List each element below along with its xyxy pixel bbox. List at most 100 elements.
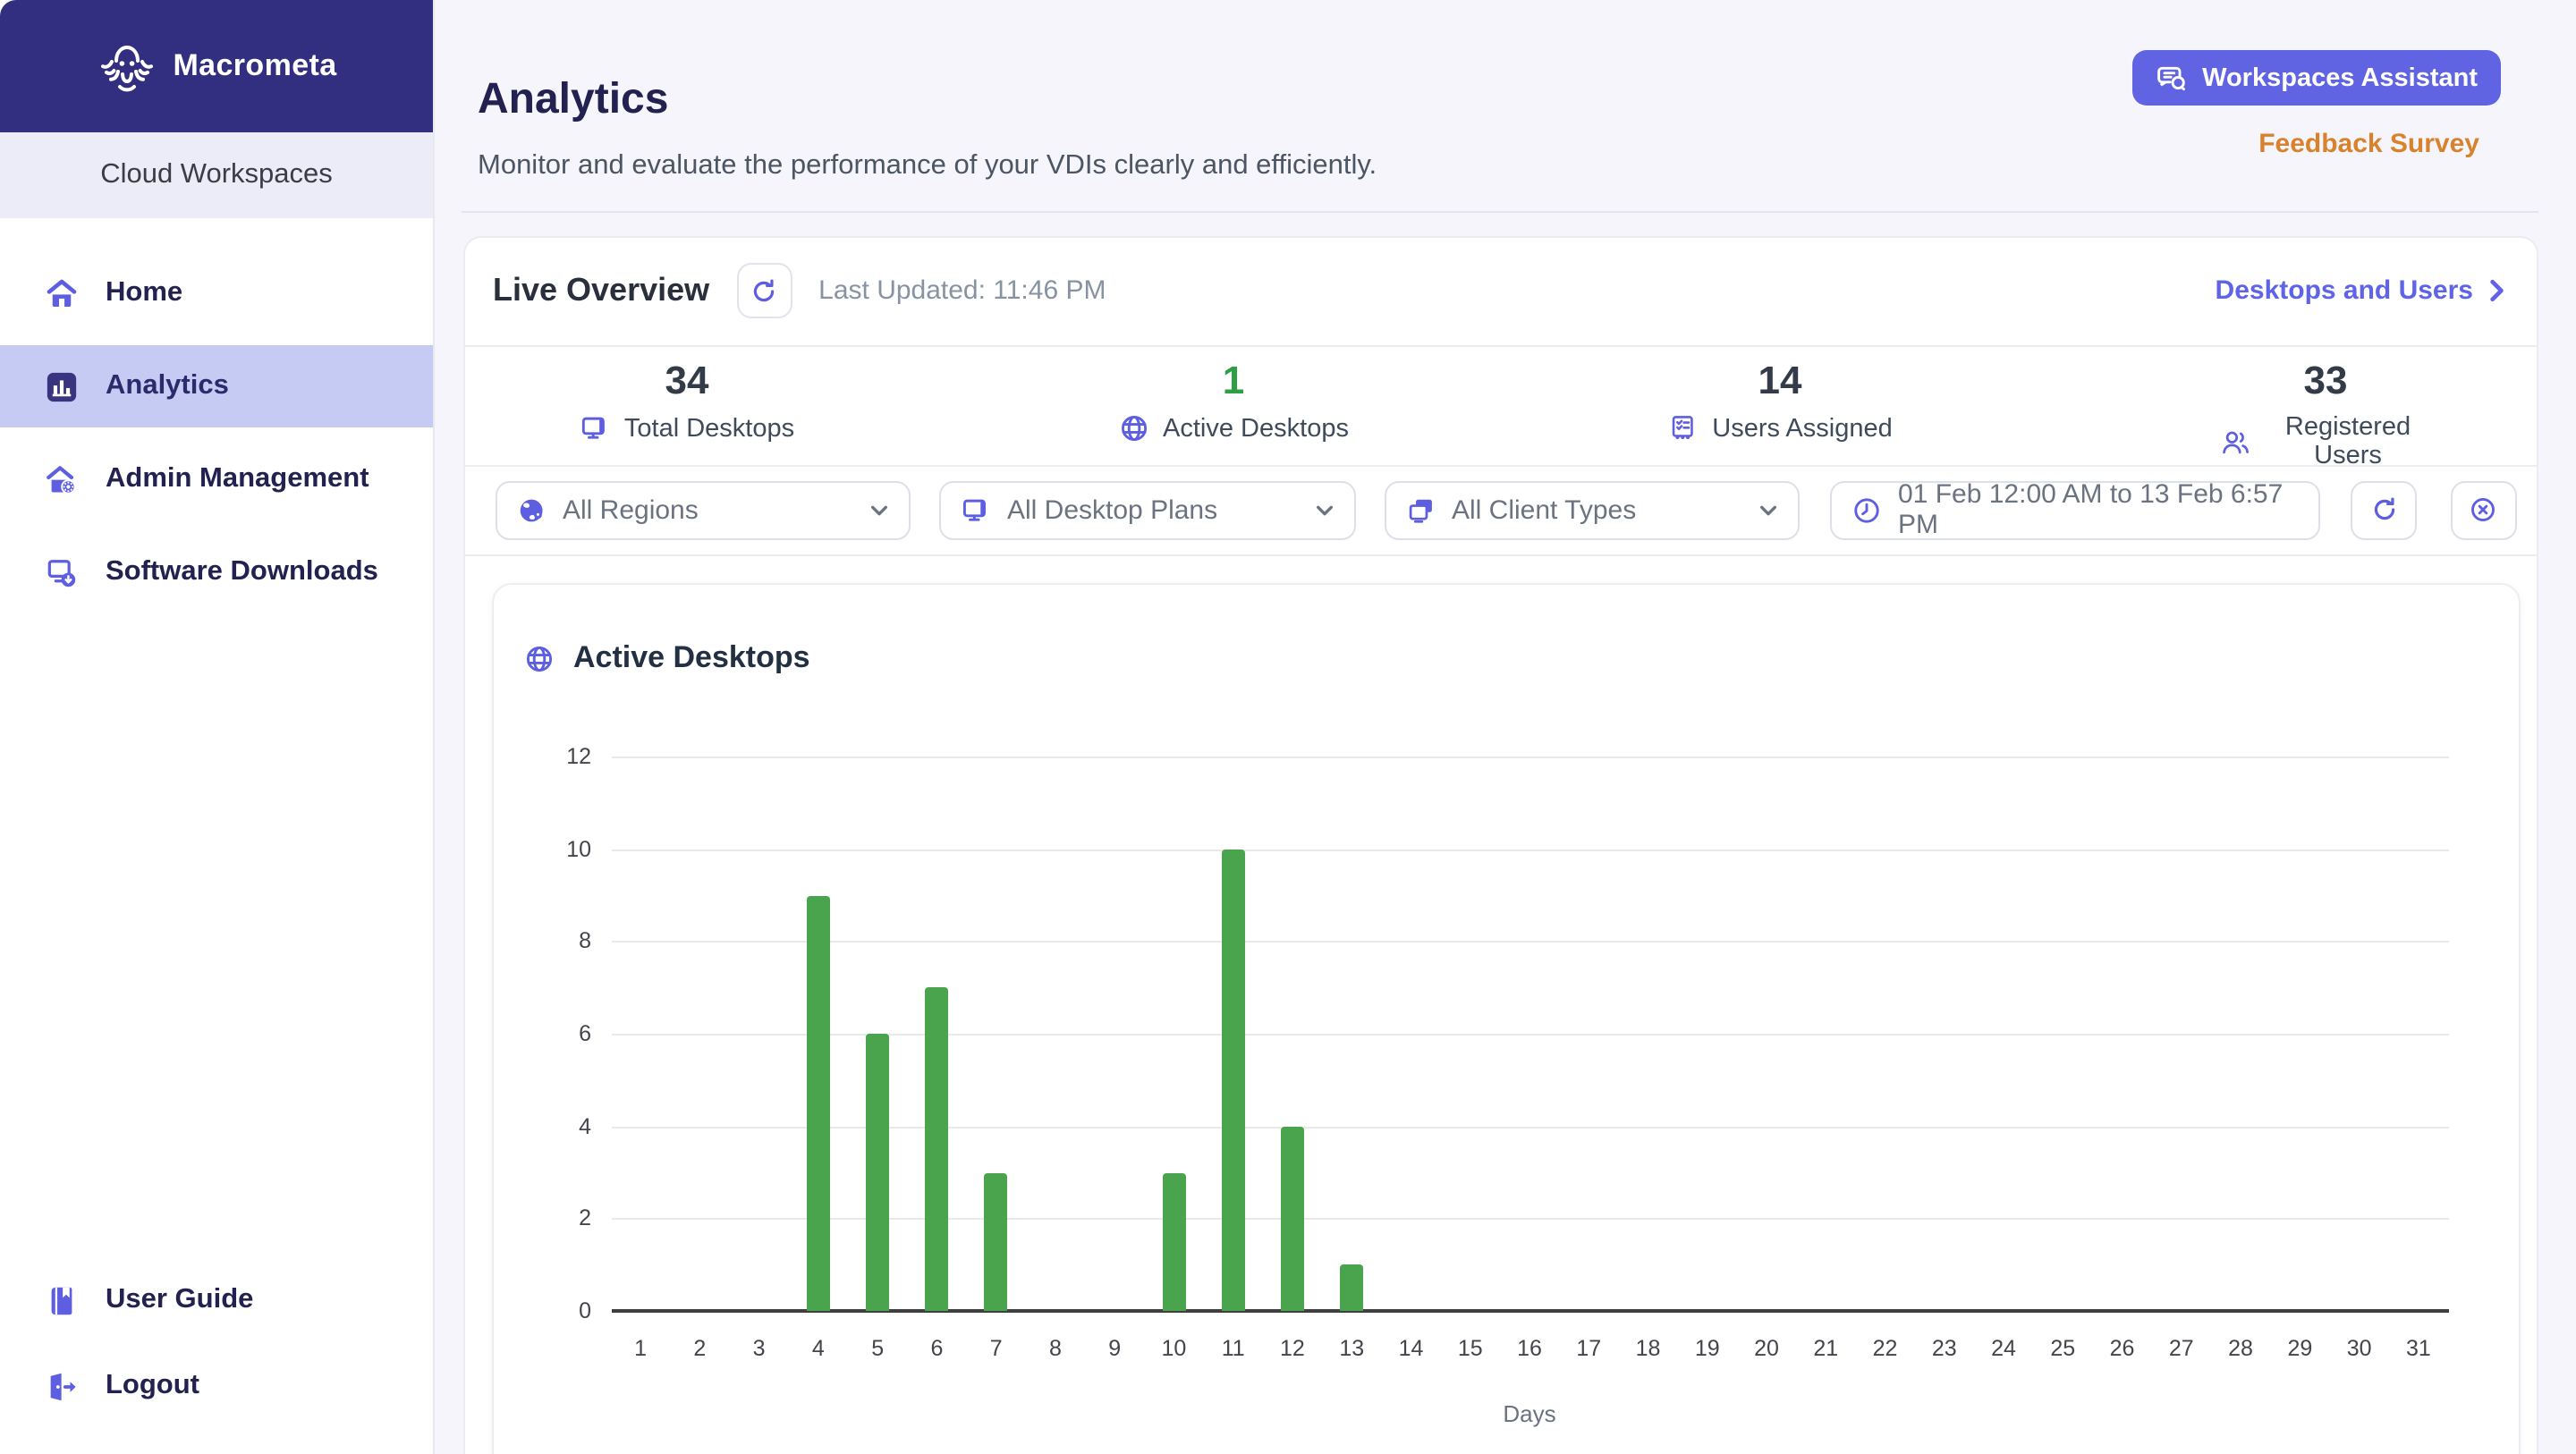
sidebar-nav: Home Analytics Admin Management Software Do…	[0, 252, 433, 613]
bar-day-11	[1221, 849, 1245, 1311]
x-axis-tick-label: 15	[1457, 1336, 1483, 1361]
x-axis-tick-label: 20	[1754, 1336, 1779, 1361]
y-axis-tick-label: 4	[579, 1113, 591, 1139]
date-range-value: 01 Feb 12:00 AM to 13 Feb 6:57 PM	[1898, 479, 2284, 540]
x-axis-tick-label: 17	[1576, 1336, 1602, 1361]
bar-chart-plot	[611, 757, 2448, 1313]
users-icon	[2221, 427, 2251, 457]
x-axis-tick-label: 24	[1991, 1336, 2016, 1361]
chevron-down-icon	[1758, 500, 1778, 520]
x-axis-tick-label: 6	[930, 1336, 944, 1361]
stat-label: Total Desktops	[580, 413, 794, 444]
region-filter-dropdown[interactable]: All Regions	[495, 480, 911, 539]
sidebar-footer-nav: User Guide Logout	[0, 1259, 433, 1431]
workspace-switcher[interactable]: Cloud Workspaces	[0, 132, 433, 218]
desktop-plan-filter-dropdown[interactable]: All Desktop Plans	[939, 480, 1355, 539]
x-axis-tick-label: 19	[1694, 1336, 1720, 1361]
stat-value: 1	[1222, 358, 1245, 402]
x-axis-tick-label: 14	[1398, 1336, 1424, 1361]
globe-icon	[523, 643, 554, 673]
monitor-icon	[961, 495, 991, 525]
desktop-plan-filter-value: All Desktop Plans	[1007, 495, 1218, 525]
live-overview-row: Live Overview Last Updated: 11:46 PM Des…	[464, 237, 2536, 345]
x-axis-tick-label: 18	[1635, 1336, 1661, 1361]
x-axis-tick-label: 3	[752, 1336, 766, 1361]
x-axis-tick-label: 31	[2405, 1336, 2431, 1361]
y-axis-tick-label: 2	[579, 1205, 591, 1231]
x-axis-tick-label: 21	[1813, 1336, 1839, 1361]
stats-row: 34 Total Desktops 1 Active Desktops 14 Users …	[464, 347, 2536, 470]
client-type-filter-value: All Client Types	[1452, 495, 1637, 525]
sidebar: Macrometa Cloud Workspaces Home Analytics…	[0, 0, 435, 1454]
x-axis-title: Days	[1503, 1400, 1556, 1427]
x-axis-tick-label: 29	[2287, 1336, 2313, 1361]
chevron-down-icon	[869, 500, 889, 520]
live-overview-card: Live Overview Last Updated: 11:46 PM Des…	[462, 235, 2538, 1454]
x-axis-tick-label: 25	[2050, 1336, 2076, 1361]
sidebar-item-home[interactable]: Home	[0, 252, 433, 334]
bar-chart-icon	[45, 369, 79, 403]
region-filter-value: All Regions	[563, 495, 699, 525]
stat-label-text: Users Assigned	[1712, 414, 1893, 443]
desktops-and-users-link[interactable]: Desktops and Users	[2216, 276, 2507, 307]
sidebar-item-admin-management[interactable]: Admin Management	[0, 438, 433, 520]
workspaces-assistant-button[interactable]: Workspaces Assistant	[2132, 50, 2501, 106]
user-check-list-icon	[1667, 413, 1698, 444]
x-axis-tick-label: 8	[1048, 1336, 1062, 1361]
gridline	[611, 941, 2448, 943]
filters-refresh-button[interactable]	[2351, 480, 2417, 539]
x-axis-tick-label: 27	[2168, 1336, 2194, 1361]
bar-day-10	[1162, 1172, 1186, 1311]
page-title: Analytics	[478, 75, 669, 123]
stat-label: Users Assigned	[1667, 413, 1893, 444]
x-axis-tick-label: 5	[871, 1336, 885, 1361]
sidebar-item-software-downloads[interactable]: Software Downloads	[0, 531, 433, 613]
chevron-right-icon	[2484, 280, 2507, 303]
client-devices-icon	[1405, 495, 1436, 525]
clock-icon	[1852, 495, 1882, 525]
sidebar-item-user-guide[interactable]: User Guide	[0, 1259, 433, 1341]
bar-day-13	[1340, 1264, 1364, 1311]
devices-download-icon	[45, 555, 79, 589]
stat-value: 33	[2303, 358, 2348, 402]
x-axis-tick-label: 10	[1161, 1336, 1187, 1361]
stat-value: 14	[1758, 358, 1802, 402]
x-axis-tick-label: 28	[2228, 1336, 2253, 1361]
gridline	[611, 849, 2448, 851]
y-axis-tick-label: 8	[579, 928, 591, 954]
x-axis-tick-label: 1	[634, 1336, 648, 1361]
sidebar-item-logout[interactable]: Logout	[0, 1345, 433, 1427]
sidebar-item-label: Software Downloads	[106, 556, 378, 587]
filters-clear-button[interactable]	[2450, 480, 2516, 539]
app-window: Macrometa Cloud Workspaces Home Analytics…	[0, 0, 2576, 1454]
active-desktops-chart-card: Active Desktops 0 2 4 6 8 10 12 1 2 3 4 5 6 7 8 9 10 11 12…	[493, 585, 2519, 1454]
x-axis-tick-label: 12	[1280, 1336, 1305, 1361]
x-axis-tick-label: 16	[1517, 1336, 1542, 1361]
live-overview-title: Live Overview	[493, 272, 710, 309]
stat-total-desktops: 34 Total Desktops	[580, 358, 794, 444]
refresh-icon	[2369, 495, 2398, 524]
feedback-survey-link[interactable]: Feedback Survey	[2258, 129, 2479, 159]
book-icon	[45, 1283, 79, 1317]
home-icon	[45, 276, 79, 310]
stat-label-text: Active Desktops	[1163, 414, 1349, 443]
client-type-filter-dropdown[interactable]: All Client Types	[1384, 480, 1800, 539]
admin-home-gear-icon	[45, 462, 79, 496]
y-axis-tick-label: 6	[579, 1021, 591, 1046]
macrometa-logo-icon	[96, 39, 157, 93]
x-axis-tick-label: 9	[1108, 1336, 1122, 1361]
x-axis-tick-label: 22	[1872, 1336, 1898, 1361]
sidebar-item-analytics[interactable]: Analytics	[0, 345, 433, 427]
date-range-picker[interactable]: 01 Feb 12:00 AM to 13 Feb 6:57 PM	[1830, 479, 2320, 540]
stat-label: Active Desktops	[1118, 413, 1349, 444]
sidebar-item-label: User Guide	[106, 1284, 254, 1315]
page-subtitle: Monitor and evaluate the performance of …	[478, 150, 1377, 181]
brand-header: Macrometa	[0, 0, 433, 132]
globe-icon	[1118, 413, 1148, 444]
x-axis-tick-label: 4	[811, 1336, 825, 1361]
bar-day-4	[806, 895, 830, 1311]
x-axis-tick-label: 23	[1931, 1336, 1957, 1361]
desktops-and-users-label: Desktops and Users	[2215, 275, 2473, 307]
overview-refresh-button[interactable]	[736, 263, 792, 319]
chat-assistant-icon	[2156, 62, 2188, 94]
